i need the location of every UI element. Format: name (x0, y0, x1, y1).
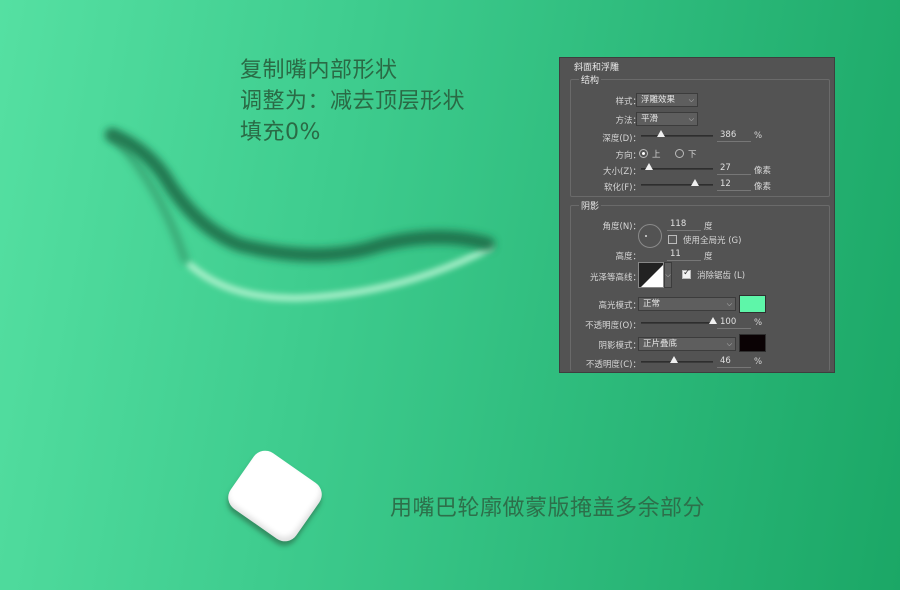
highlight-opacity-input[interactable]: 100 (717, 317, 751, 329)
size-label: 大小(Z)： (603, 167, 641, 177)
highlight-opacity-unit: % (754, 318, 763, 328)
shadow-opacity-unit: % (754, 357, 763, 367)
soften-slider-thumb[interactable] (691, 179, 699, 186)
direction-up-label: 上 (652, 150, 661, 160)
direction-up-radio[interactable] (639, 149, 648, 158)
shading-group: 阴影 角度(N)： 118 度 使用全局光 (G) 高度： 11 度 光泽等高线… (570, 199, 830, 371)
shadow-color-swatch[interactable] (739, 334, 766, 352)
antialias-checkbox[interactable] (682, 268, 691, 279)
angle-unit: 度 (704, 222, 713, 232)
chevron-down-icon: ⌵ (688, 115, 694, 123)
note-line-1: 复制嘴内部形状 (240, 58, 398, 83)
gloss-contour-preview[interactable] (638, 262, 664, 288)
style-select[interactable]: 浮雕效果 ⌵ (636, 93, 698, 107)
shadow-mode-value: 正片叠底 (643, 339, 678, 349)
size-unit: 像素 (754, 166, 772, 176)
gloss-contour-label: 光泽等高线： (589, 273, 641, 283)
instruction-note-bottom: 用嘴巴轮廓做蒙版掩盖多余部分 (390, 496, 706, 521)
shading-title: 阴影 (579, 199, 602, 212)
depth-slider[interactable] (641, 130, 713, 137)
highlight-opacity-slider[interactable] (641, 317, 717, 324)
antialias-label: 消除锯齿 (L) (697, 271, 746, 281)
mouth-dark-stroke (105, 128, 495, 262)
structure-group: 结构 样式： 浮雕效果 ⌵ 方法： 平滑 ⌵ 深度(D)： 386 % 方向： … (570, 73, 830, 197)
shadow-opacity-label: 不透明度(C)： (585, 360, 641, 370)
angle-dial[interactable] (638, 224, 662, 248)
depth-slider-thumb[interactable] (657, 130, 666, 137)
depth-label: 深度(D)： (602, 134, 641, 144)
highlight-mode-select[interactable]: 正常 ⌵ (638, 297, 736, 311)
direction-down-radio[interactable] (675, 149, 684, 158)
instruction-note-top: 复制嘴内部形状 调整为：减去顶层形状 填充0% (240, 55, 465, 148)
technique-select[interactable]: 平滑 ⌵ (636, 112, 698, 126)
chevron-down-icon: ⌵ (726, 340, 732, 348)
shadow-opacity-input[interactable]: 46 (717, 356, 751, 368)
style-select-value: 浮雕效果 (641, 95, 676, 105)
soften-unit: 像素 (754, 182, 772, 192)
angle-input[interactable]: 118 (667, 219, 701, 231)
altitude-unit: 度 (704, 252, 713, 262)
size-slider[interactable] (641, 163, 713, 170)
soften-input[interactable]: 12 (717, 179, 751, 191)
direction-label: 方向： (615, 151, 641, 161)
highlight-opacity-label: 不透明度(O)： (585, 321, 641, 331)
altitude-input[interactable]: 11 (667, 249, 701, 261)
global-light-checkbox[interactable] (668, 235, 677, 244)
angle-label: 角度(N)： (602, 222, 642, 232)
technique-label: 方法： (615, 116, 641, 126)
note-line-2: 调整为：减去顶层形状 (240, 89, 466, 114)
soften-slider[interactable] (641, 179, 713, 186)
altitude-label: 高度： (615, 252, 641, 262)
depth-unit: % (754, 131, 763, 141)
style-label: 样式： (615, 97, 641, 107)
chevron-down-icon: ⌵ (726, 300, 732, 308)
depth-input[interactable]: 386 (717, 130, 751, 142)
bevel-emboss-panel: 斜面和浮雕 结构 样式： 浮雕效果 ⌵ 方法： 平滑 ⌵ 深度(D)： 386 … (559, 57, 835, 373)
size-slider-thumb[interactable] (644, 163, 653, 170)
highlight-opacity-thumb[interactable] (709, 317, 717, 324)
structure-title: 结构 (579, 73, 602, 86)
highlight-mode-label: 高光模式： (598, 301, 641, 311)
highlight-color-swatch[interactable] (739, 295, 766, 313)
direction-down-label: 下 (688, 150, 697, 160)
shadow-mode-select[interactable]: 正片叠底 ⌵ (638, 337, 736, 351)
technique-select-value: 平滑 (641, 114, 659, 124)
shadow-opacity-slider[interactable] (641, 356, 713, 363)
chevron-down-icon: ⌵ (665, 271, 671, 279)
panel-title: 斜面和浮雕 (574, 63, 620, 73)
soften-label: 软化(F)： (603, 183, 641, 193)
highlight-mode-value: 正常 (643, 299, 661, 309)
note-line-3: 填充0% (240, 120, 321, 145)
gloss-contour-dropdown[interactable]: ⌵ (664, 262, 672, 288)
global-light-label: 使用全局光 (G) (683, 236, 742, 246)
size-input[interactable]: 27 (717, 163, 751, 175)
chevron-down-icon: ⌵ (688, 96, 694, 104)
shadow-opacity-thumb[interactable] (670, 356, 679, 363)
shadow-mode-label: 阴影模式： (598, 341, 641, 351)
